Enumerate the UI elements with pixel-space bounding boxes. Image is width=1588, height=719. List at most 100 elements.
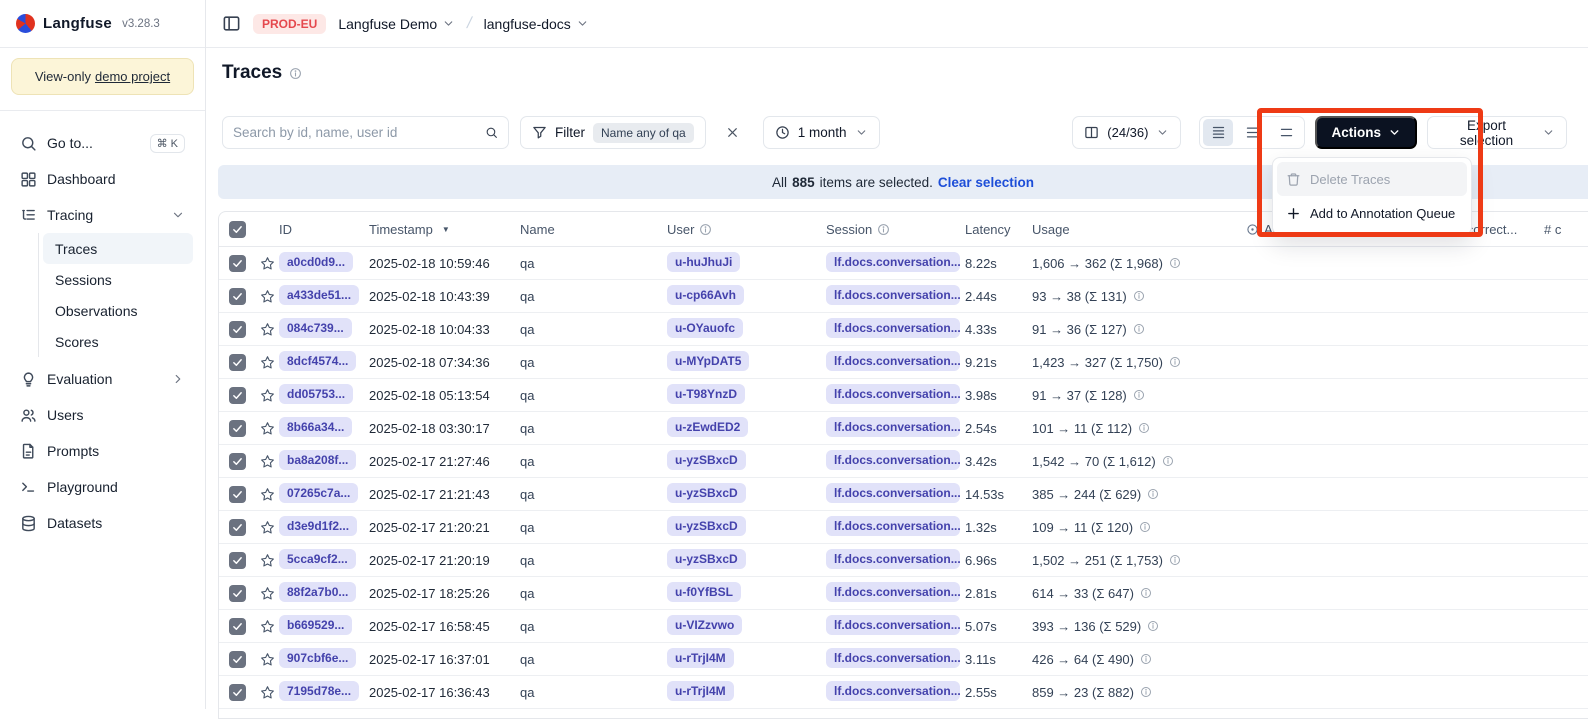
sidebar-item-traces[interactable]: Traces: [43, 233, 193, 264]
trace-id-badge[interactable]: 88f2a7b0...: [279, 582, 356, 602]
trace-id-badge[interactable]: 084c739...: [279, 318, 352, 338]
timerange-button[interactable]: 1 month: [763, 116, 880, 149]
bookmark-star-icon[interactable]: [260, 586, 275, 601]
session-badge[interactable]: lf.docs.conversation...: [826, 483, 960, 503]
header-timestamp[interactable]: Timestamp▼: [369, 222, 520, 237]
session-badge[interactable]: lf.docs.conversation...: [826, 648, 960, 668]
filter-button[interactable]: Filter Name any of qa: [520, 116, 706, 149]
sidebar-item-datasets[interactable]: Datasets: [12, 505, 193, 541]
user-badge[interactable]: u-yzSBxcD: [667, 483, 746, 503]
user-badge[interactable]: u-cp66Avh: [667, 285, 744, 305]
row-checkbox[interactable]: [229, 618, 246, 635]
sidebar-item-tracing[interactable]: Tracing: [12, 197, 193, 233]
session-badge[interactable]: lf.docs.conversation...: [826, 615, 960, 635]
trace-id-badge[interactable]: d3e9d1f2...: [279, 516, 357, 536]
menu-item-add-to-annotation-queue[interactable]: Add to Annotation Queue: [1277, 196, 1467, 230]
sidebar-item-users[interactable]: Users: [12, 397, 193, 433]
project-switcher[interactable]: langfuse-docs: [484, 16, 589, 32]
row-checkbox[interactable]: [229, 651, 246, 668]
header-score-extra[interactable]: # c: [1544, 222, 1588, 237]
user-badge[interactable]: u-rTrjI4M: [667, 648, 734, 668]
user-badge[interactable]: u-huJhuJi: [667, 252, 740, 272]
trace-id-badge[interactable]: a433de51...: [279, 285, 359, 305]
row-checkbox[interactable]: [229, 585, 246, 602]
bookmark-star-icon[interactable]: [260, 685, 275, 700]
bookmark-star-icon[interactable]: [260, 619, 275, 634]
user-badge[interactable]: u-rTrjI4M: [667, 681, 734, 701]
bookmark-star-icon[interactable]: [260, 487, 275, 502]
table-row[interactable]: ba8a208f... 2025-02-17 21:27:46 qa u-yzS…: [219, 445, 1588, 478]
session-badge[interactable]: lf.docs.conversation...: [826, 582, 960, 602]
row-checkbox[interactable]: [229, 255, 246, 272]
table-row[interactable]: 8b66a34... 2025-02-18 03:30:17 qa u-zEwd…: [219, 412, 1588, 445]
session-badge[interactable]: lf.docs.conversation...: [826, 285, 960, 305]
bookmark-star-icon[interactable]: [260, 421, 275, 436]
row-checkbox[interactable]: [229, 519, 246, 536]
trace-id-badge[interactable]: a0cd0d9...: [279, 252, 353, 272]
table-row[interactable]: d3e9d1f2... 2025-02-17 21:20:21 qa u-yzS…: [219, 511, 1588, 544]
user-badge[interactable]: u-yzSBxcD: [667, 549, 746, 569]
trace-id-badge[interactable]: dd05753...: [279, 384, 353, 404]
row-checkbox[interactable]: [229, 288, 246, 305]
demo-project-link[interactable]: demo project: [95, 69, 170, 84]
session-badge[interactable]: lf.docs.conversation...: [826, 384, 960, 404]
row-height-compact-icon[interactable]: [1203, 119, 1233, 146]
actions-button[interactable]: Actions: [1315, 116, 1417, 149]
row-checkbox[interactable]: [229, 321, 246, 338]
trace-id-badge[interactable]: 8b66a34...: [279, 417, 352, 437]
row-height-medium-icon[interactable]: [1237, 119, 1267, 146]
select-all-checkbox[interactable]: [229, 221, 246, 238]
row-height-tall-icon[interactable]: [1271, 119, 1301, 146]
bookmark-star-icon[interactable]: [260, 652, 275, 667]
row-checkbox[interactable]: [229, 552, 246, 569]
org-switcher[interactable]: Langfuse Demo: [338, 16, 455, 32]
table-row[interactable]: a0cd0d9... 2025-02-18 10:59:46 qa u-huJh…: [219, 247, 1588, 280]
bookmark-star-icon[interactable]: [260, 322, 275, 337]
sidebar-item-observations[interactable]: Observations: [43, 295, 193, 326]
header-id[interactable]: ID: [279, 222, 369, 237]
header-user[interactable]: User: [667, 222, 826, 237]
bookmark-star-icon[interactable]: [260, 454, 275, 469]
trace-id-badge[interactable]: 8dcf4574...: [279, 351, 356, 371]
user-badge[interactable]: u-OYauofc: [667, 318, 743, 338]
search-input[interactable]: [233, 125, 477, 140]
menu-item-delete-traces[interactable]: Delete Traces: [1277, 162, 1467, 196]
bookmark-star-icon[interactable]: [260, 289, 275, 304]
sidebar-item-playground[interactable]: Playground: [12, 469, 193, 505]
table-row[interactable]: 7195d78e... 2025-02-17 16:36:43 qa u-rTr…: [219, 676, 1588, 709]
user-badge[interactable]: u-VIZzvwo: [667, 615, 742, 635]
sidebar-item-evaluation[interactable]: Evaluation: [12, 361, 193, 397]
row-checkbox[interactable]: [229, 420, 246, 437]
table-row[interactable]: 8dcf4574... 2025-02-18 07:34:36 qa u-MYp…: [219, 346, 1588, 379]
trace-id-badge[interactable]: 907cbf6e...: [279, 648, 356, 668]
bookmark-star-icon[interactable]: [260, 553, 275, 568]
row-checkbox[interactable]: [229, 684, 246, 701]
bookmark-star-icon[interactable]: [260, 256, 275, 271]
sidebar-item-prompts[interactable]: Prompts: [12, 433, 193, 469]
bookmark-star-icon[interactable]: [260, 520, 275, 535]
row-checkbox[interactable]: [229, 354, 246, 371]
header-latency[interactable]: Latency: [965, 222, 1032, 237]
clear-selection-link[interactable]: Clear selection: [938, 175, 1034, 190]
header-name[interactable]: Name: [520, 222, 667, 237]
header-usage[interactable]: Usage: [1032, 222, 1246, 237]
trace-id-badge[interactable]: 5cca9cf2...: [279, 549, 356, 569]
table-row[interactable]: 5cca9cf2... 2025-02-17 21:20:19 qa u-yzS…: [219, 544, 1588, 577]
sidebar-item-goto[interactable]: Go to... ⌘ K: [12, 125, 193, 161]
clear-filter-icon[interactable]: [721, 121, 745, 145]
sidebar-item-dashboard[interactable]: Dashboard: [12, 161, 193, 197]
table-row[interactable]: 084c739... 2025-02-18 10:04:33 qa u-OYau…: [219, 313, 1588, 346]
trace-id-badge[interactable]: 07265c7a...: [279, 483, 358, 503]
session-badge[interactable]: lf.docs.conversation...: [826, 417, 960, 437]
search-icon[interactable]: [485, 126, 498, 139]
sidebar-item-sessions[interactable]: Sessions: [43, 264, 193, 295]
bookmark-star-icon[interactable]: [260, 388, 275, 403]
row-checkbox[interactable]: [229, 387, 246, 404]
table-row[interactable]: 88f2a7b0... 2025-02-17 18:25:26 qa u-f0Y…: [219, 577, 1588, 610]
trace-id-badge[interactable]: 7195d78e...: [279, 681, 359, 701]
bookmark-star-icon[interactable]: [260, 355, 275, 370]
user-badge[interactable]: u-yzSBxcD: [667, 450, 746, 470]
trace-id-badge[interactable]: b669529...: [279, 615, 352, 635]
table-row[interactable]: 07265c7a... 2025-02-17 21:21:43 qa u-yzS…: [219, 478, 1588, 511]
row-checkbox[interactable]: [229, 453, 246, 470]
